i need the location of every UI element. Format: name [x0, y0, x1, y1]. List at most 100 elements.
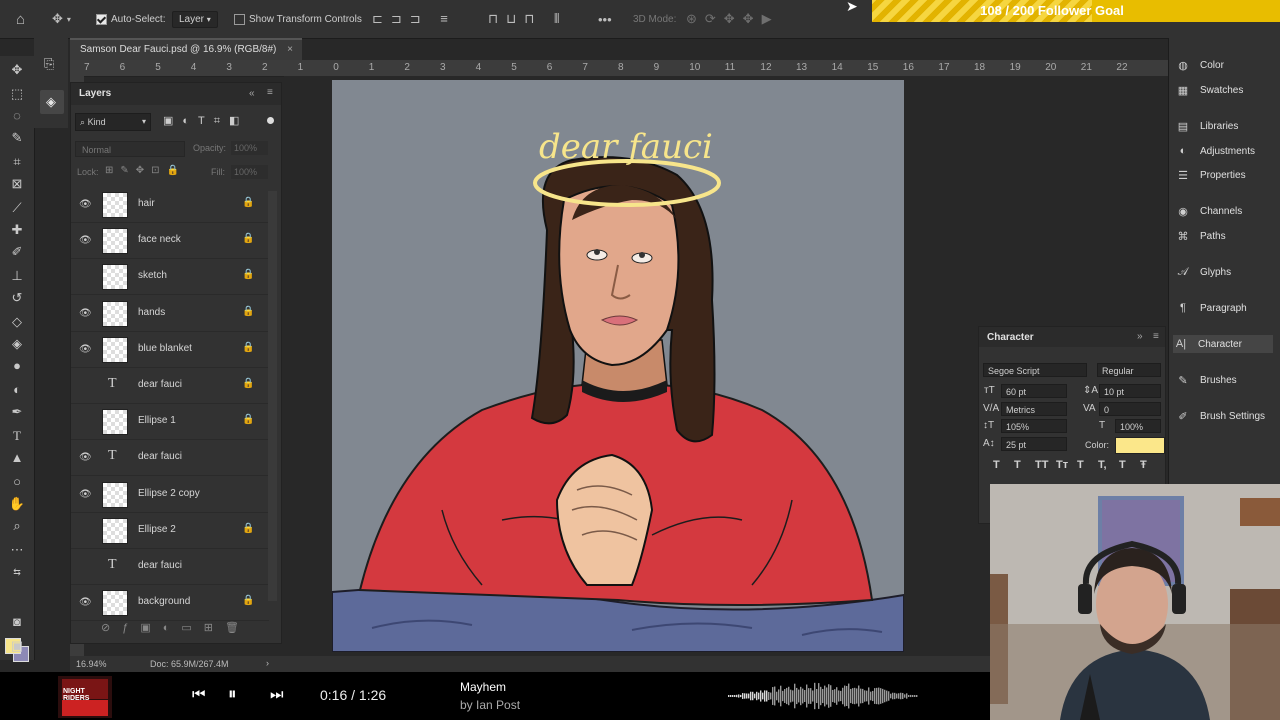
panel-item-glyphs[interactable]: 𝒜 Glyphs: [1175, 263, 1275, 281]
move-tool-icon[interactable]: ✥ ▾: [52, 0, 71, 38]
layer-row[interactable]: Ellipse 2 🔒: [71, 513, 269, 549]
blend-mode-dropdown[interactable]: Normal: [75, 141, 185, 157]
visibility-toggle[interactable]: [79, 561, 89, 571]
paint-bucket-icon[interactable]: ◈: [8, 336, 26, 352]
visibility-toggle[interactable]: [79, 380, 89, 390]
more-options-icon[interactable]: •••: [598, 0, 612, 38]
panel-menu-icon[interactable]: ≡: [267, 87, 273, 98]
layer-filter-icons[interactable]: ▣◐T⌗◧: [163, 114, 248, 128]
lock-icons[interactable]: ⊞✎✥⊡🔒: [105, 165, 186, 176]
healing-tool-icon[interactable]: ✚: [8, 222, 26, 238]
kerning-field[interactable]: Metrics: [1001, 402, 1067, 416]
layer-row[interactable]: 👁 blue blanket 🔒: [71, 332, 269, 368]
opacity-field[interactable]: 100%: [231, 141, 268, 155]
hand-tool-icon[interactable]: ✋: [8, 496, 26, 512]
zoom-tool-icon[interactable]: ⌕: [8, 518, 26, 534]
type-style-button[interactable]: T: [1014, 459, 1021, 471]
status-menu-icon[interactable]: ›: [266, 658, 269, 668]
home-icon[interactable]: ⌂: [16, 0, 25, 38]
panel-item-paths[interactable]: ⌘ Paths: [1175, 227, 1275, 245]
panel-item-brush-settings[interactable]: ✐ Brush Settings: [1175, 407, 1275, 425]
panel-item-libraries[interactable]: ▤ Libraries: [1175, 117, 1275, 135]
fill-field[interactable]: 100%: [231, 165, 268, 179]
layer-row[interactable]: 👁 hands 🔒: [71, 296, 269, 332]
history-panel-icon[interactable]: ⎘: [44, 56, 54, 72]
auto-select-checkbox[interactable]: Auto-Select:: [96, 0, 165, 38]
history-brush-icon[interactable]: ↺: [8, 290, 26, 306]
visibility-toggle[interactable]: [79, 525, 89, 535]
type-style-button[interactable]: T,: [1098, 459, 1107, 471]
screen-mode-icon[interactable]: ▣: [8, 638, 26, 654]
3d-mode-icons[interactable]: ⊛⟳✥✥▶: [686, 0, 780, 38]
panel-item-brushes[interactable]: ✎ Brushes: [1175, 371, 1275, 389]
eye-icon[interactable]: 👁: [79, 452, 92, 463]
panel-item-adjustments[interactable]: ◐ Adjustments: [1175, 142, 1275, 160]
font-size-field[interactable]: 60 pt: [1001, 384, 1067, 398]
text-color-swatch[interactable]: [1115, 437, 1165, 454]
align-icons[interactable]: ⊏⊐⊐ ≡: [372, 0, 456, 38]
panel-item-character[interactable]: A| Character: [1173, 335, 1273, 353]
filter-toggle-icon[interactable]: [267, 117, 274, 124]
stamp-tool-icon[interactable]: ⊥: [8, 268, 26, 284]
visibility-toggle[interactable]: [79, 271, 89, 281]
show-transform-checkbox[interactable]: Show Transform Controls: [234, 0, 362, 38]
layer-row[interactable]: 👁 Tdear fauci: [71, 440, 269, 477]
quick-mask-icon[interactable]: ◙: [8, 614, 26, 630]
panel-item-properties[interactable]: ☰ Properties: [1175, 166, 1275, 184]
brush-tool-icon[interactable]: ✐: [8, 244, 26, 260]
artwork-canvas[interactable]: dear fauci: [332, 80, 904, 652]
previous-track-icon[interactable]: ⏮: [192, 686, 206, 703]
eye-icon[interactable]: 👁: [79, 235, 92, 246]
tracking-field[interactable]: 0: [1099, 402, 1161, 416]
type-style-button[interactable]: T: [1077, 459, 1084, 471]
path-select-icon[interactable]: ▲: [8, 450, 26, 466]
layer-filter-dropdown[interactable]: ⌕ Kind ▾: [75, 113, 151, 131]
eye-icon[interactable]: 👁: [79, 489, 92, 500]
pause-icon[interactable]: ⏸: [228, 684, 237, 704]
type-style-button[interactable]: T: [993, 459, 1000, 471]
panel-item-color[interactable]: ◍ Color: [1175, 56, 1275, 74]
panel-item-channels[interactable]: ◉ Channels: [1175, 202, 1275, 220]
type-style-button[interactable]: TT: [1035, 459, 1048, 471]
move-tool-icon[interactable]: ✥: [8, 62, 26, 78]
type-style-button[interactable]: Ŧ: [1140, 459, 1147, 471]
blur-tool-icon[interactable]: ●: [8, 358, 26, 374]
eye-icon[interactable]: 👁: [79, 199, 92, 210]
crop-tool-icon[interactable]: ⌗: [8, 154, 26, 170]
type-tool-icon[interactable]: T: [8, 428, 26, 444]
next-track-icon[interactable]: ⏭: [270, 686, 284, 703]
close-tab-icon[interactable]: ×: [287, 44, 293, 55]
marquee-tool-icon[interactable]: ⬚: [8, 86, 26, 102]
collapse-icon[interactable]: «: [249, 88, 255, 99]
swap-colors-icon[interactable]: ⇆: [8, 564, 26, 580]
frame-tool-icon[interactable]: ⊠: [8, 176, 26, 192]
dodge-tool-icon[interactable]: ◐: [8, 382, 26, 398]
eyedropper-tool-icon[interactable]: ⟋: [8, 200, 26, 216]
zoom-level[interactable]: 16.94%: [76, 659, 107, 669]
eye-icon[interactable]: 👁: [79, 308, 92, 319]
lasso-tool-icon[interactable]: ◌: [8, 108, 26, 124]
auto-select-dropdown[interactable]: Layer ▾: [172, 0, 218, 38]
panel-item-paragraph[interactable]: ¶ Paragraph: [1175, 299, 1275, 317]
layers-panel-button[interactable]: ◈: [40, 90, 64, 114]
layer-row[interactable]: sketch 🔒: [71, 259, 269, 296]
type-style-button[interactable]: Tт: [1056, 459, 1068, 471]
eraser-tool-icon[interactable]: ◇: [8, 314, 26, 330]
ellipse-tool-icon[interactable]: ○: [8, 474, 26, 490]
eye-icon[interactable]: 👁: [79, 344, 92, 355]
pen-tool-icon[interactable]: ✒: [8, 404, 26, 420]
distribute-icons[interactable]: ⊓⊔⊓ ⫴: [488, 0, 568, 38]
more-tools-icon[interactable]: ⋯: [8, 542, 26, 558]
layer-row[interactable]: 👁 background 🔒: [71, 585, 269, 622]
layer-row[interactable]: Tdear fauci: [71, 549, 269, 585]
layer-row[interactable]: 👁 hair 🔒: [71, 187, 269, 223]
document-tab[interactable]: Samson Dear Fauci.psd @ 16.9% (RGB/8#) ×: [70, 38, 302, 60]
collapse-icon[interactable]: »: [1137, 331, 1143, 342]
leading-field[interactable]: 10 pt: [1099, 384, 1161, 398]
layer-row[interactable]: Ellipse 1 🔒: [71, 404, 269, 441]
layer-row[interactable]: Tdear fauci 🔒: [71, 368, 269, 404]
layers-scrollbar[interactable]: [268, 191, 277, 601]
layer-row[interactable]: 👁 face neck 🔒: [71, 223, 269, 260]
baseline-shift-field[interactable]: 25 pt: [1001, 437, 1067, 451]
vertical-scale-field[interactable]: 105%: [1001, 419, 1067, 433]
